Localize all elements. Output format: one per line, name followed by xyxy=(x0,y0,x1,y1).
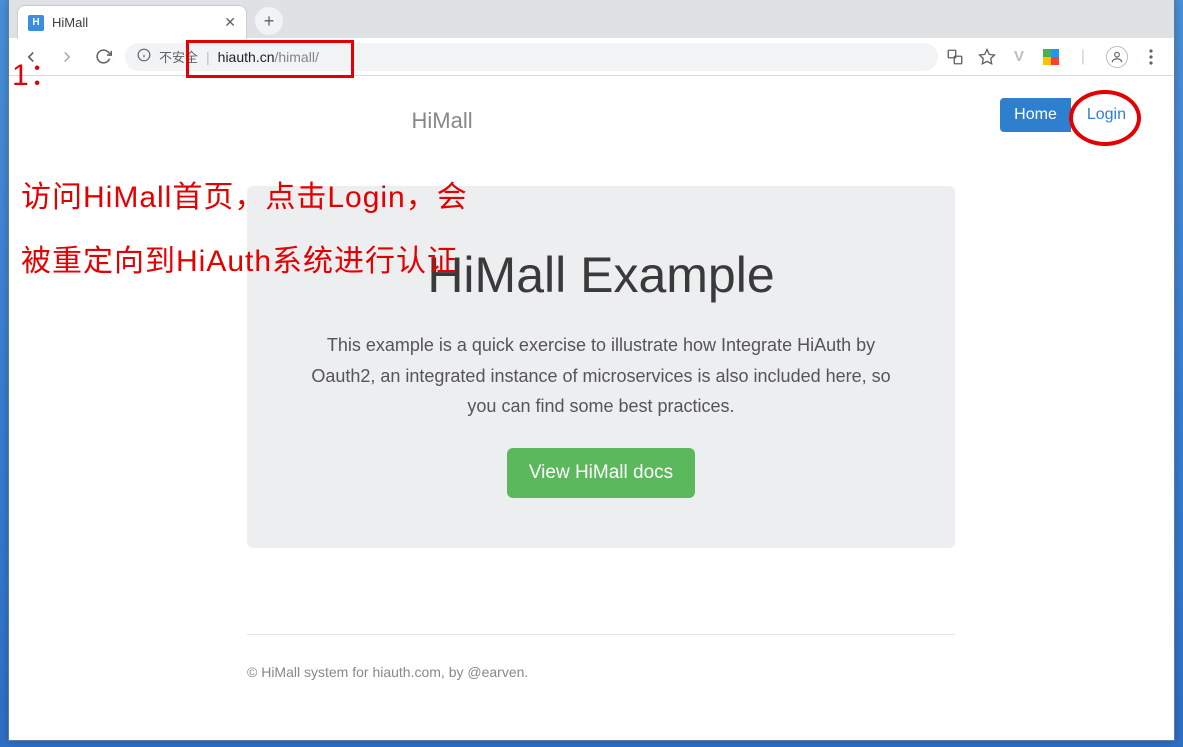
annotation-text-line2: 被重定向到HiAuth系统进行认证 xyxy=(21,236,458,280)
extension-color-icon[interactable] xyxy=(1042,48,1060,66)
star-icon[interactable] xyxy=(978,48,996,66)
nav-home-button[interactable]: Home xyxy=(1000,98,1071,132)
view-docs-button[interactable]: View HiMall docs xyxy=(507,448,695,498)
new-tab-button[interactable]: + xyxy=(255,7,283,35)
annotation-step-marker: 1： xyxy=(12,50,61,94)
footer-divider xyxy=(247,634,955,635)
annotation-url-box xyxy=(186,40,354,78)
jumbotron-text: This example is a quick exercise to illu… xyxy=(287,330,915,422)
tab-close-icon[interactable]: ✕ xyxy=(224,14,236,31)
browser-tab[interactable]: H HiMall ✕ xyxy=(17,5,247,39)
site-brand: HiMall xyxy=(412,108,473,134)
browser-window: H HiMall ✕ + 不安全 | hiauth.cn/himall/ xyxy=(8,0,1175,741)
page-content: HiMall Home Login HiMall Example This ex… xyxy=(9,76,1174,740)
browser-toolbar: 不安全 | hiauth.cn/himall/ V | xyxy=(9,38,1174,76)
toolbar-icons: V | xyxy=(946,46,1166,68)
tab-strip: H HiMall ✕ + xyxy=(9,0,1174,38)
tab-favicon: H xyxy=(28,15,44,31)
translate-icon[interactable] xyxy=(946,48,964,66)
extension-v-icon[interactable]: V xyxy=(1010,48,1028,66)
menu-dots-icon[interactable] xyxy=(1142,48,1160,66)
footer-text: © HiMall system for hiauth.com, by @earv… xyxy=(247,664,528,680)
profile-avatar-icon[interactable] xyxy=(1106,46,1128,68)
tab-title: HiMall xyxy=(52,15,216,30)
toolbar-separator: | xyxy=(1074,48,1092,66)
reload-button[interactable] xyxy=(89,43,117,71)
annotation-login-circle xyxy=(1069,90,1141,146)
annotation-text-line1: 访问HiMall首页，点击Login，会 xyxy=(21,172,468,216)
info-icon xyxy=(137,48,151,65)
